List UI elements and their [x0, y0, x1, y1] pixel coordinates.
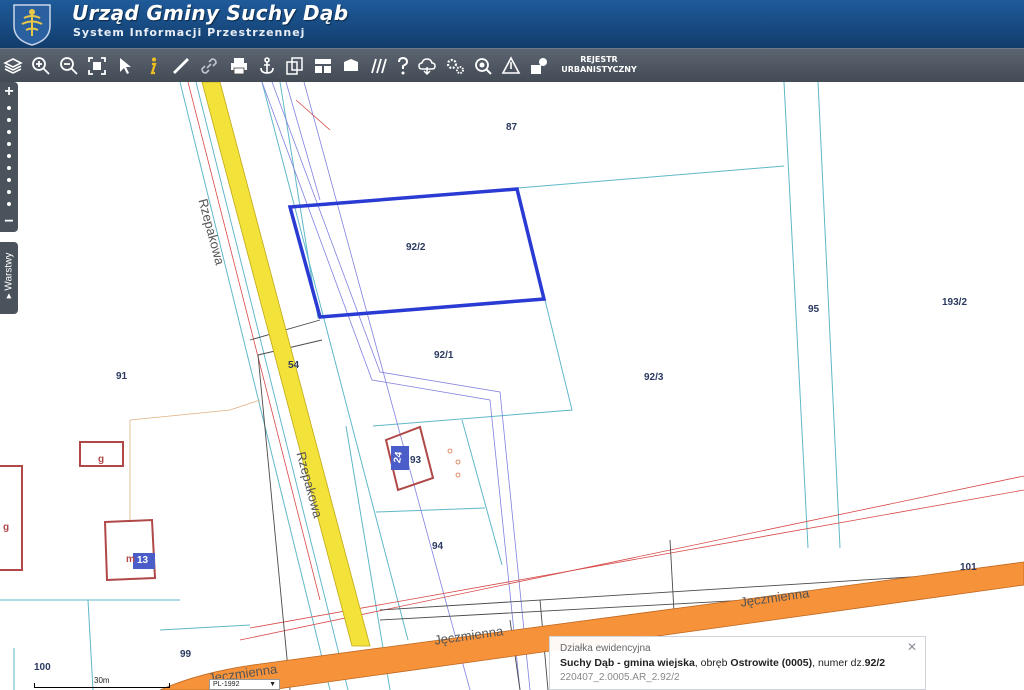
parcel-label: 101 — [960, 562, 977, 573]
popup-precinct: Ostrowite (0005) — [730, 657, 813, 669]
registry-label-line2: URBANISTYCZNY — [561, 65, 637, 74]
layers-icon[interactable] — [2, 55, 24, 77]
app-header: Urząd Gminy Suchy Dąb System Informacji … — [0, 0, 1024, 48]
popup-sep2: , numer dz. — [812, 657, 865, 669]
popup-sep1: , obręb — [694, 657, 731, 669]
parcel-label: 94 — [432, 541, 444, 552]
link-icon[interactable] — [198, 55, 220, 77]
popup-commune: Suchy Dąb - gmina wiejska — [560, 657, 695, 669]
parcel-label: 87 — [506, 122, 518, 133]
toolbar: REJESTR URBANISTYCZNY — [0, 48, 1024, 82]
copy-icon[interactable] — [284, 55, 306, 77]
scale-label: 30m — [94, 676, 110, 685]
layout-icon[interactable] — [312, 55, 334, 77]
projection-select[interactable]: PL-1992 ▼ — [209, 679, 280, 690]
popup-title: Działka ewidencyjna — [560, 643, 651, 654]
zoom-step[interactable] — [7, 190, 11, 194]
zoom-in-icon[interactable] — [30, 55, 52, 77]
close-icon[interactable]: ✕ — [907, 641, 919, 653]
zoom-step[interactable] — [7, 106, 11, 110]
parcel-label: 92/3 — [644, 372, 664, 383]
scale-bar: 30m — [34, 676, 170, 690]
info-icon[interactable] — [142, 55, 164, 77]
app-title: Urząd Gminy Suchy Dąb — [72, 1, 349, 25]
projection-value: PL-1992 — [213, 681, 240, 688]
coat-of-arms-icon — [13, 4, 51, 46]
parcel-icon[interactable] — [528, 55, 550, 77]
parcel-label: 93 — [410, 455, 422, 466]
chevron-down-icon: ▼ — [269, 681, 276, 688]
zoom-minus-button[interactable]: − — [0, 214, 18, 230]
print-icon[interactable] — [228, 55, 250, 77]
registry-label-line1: REJESTR — [580, 55, 618, 64]
parcel-label: 91 — [116, 371, 128, 382]
zoom-step[interactable] — [7, 202, 11, 206]
measure-icon[interactable] — [170, 55, 192, 77]
zoom-step[interactable] — [7, 166, 11, 170]
zoom-step[interactable] — [7, 154, 11, 158]
house-number: 24 — [392, 451, 405, 464]
zoom-step[interactable] — [7, 118, 11, 122]
parcel-label: 92/1 — [434, 350, 454, 361]
registry-button[interactable]: REJESTR URBANISTYCZNY — [561, 55, 637, 77]
map-canvas[interactable]: 87 92/2 92/1 92/3 95 193/2 91 54 93 94 9… — [0, 82, 1024, 690]
parcel-label: 100 — [34, 662, 51, 673]
app-subtitle: System Informacji Przestrzennej — [73, 26, 306, 39]
anchor-icon[interactable] — [256, 55, 278, 77]
pointer-icon[interactable] — [114, 55, 136, 77]
parcel-info-popup: ✕ Działka ewidencyjna Suchy Dąb - gmina … — [549, 636, 926, 690]
warning-icon[interactable] — [500, 55, 522, 77]
parcel-label: 193/2 — [942, 297, 968, 308]
search-icon[interactable] — [472, 55, 494, 77]
zoom-slider[interactable]: + − — [0, 82, 18, 232]
settings-icon[interactable] — [444, 55, 466, 77]
parcel-label: 54 — [288, 360, 300, 371]
parcel-label: 95 — [808, 304, 820, 315]
zoom-plus-button[interactable]: + — [0, 84, 18, 100]
building-label: g — [98, 454, 105, 465]
hatch-icon[interactable] — [368, 55, 390, 77]
shape-icon[interactable] — [340, 55, 362, 77]
layers-tab-label: ▸ Warstwy — [3, 252, 15, 299]
zoom-out-icon[interactable] — [58, 55, 80, 77]
zoom-step[interactable] — [7, 142, 11, 146]
building-label: g — [3, 522, 10, 533]
help-icon[interactable] — [392, 55, 414, 77]
zoom-step[interactable] — [7, 130, 11, 134]
building-label: m — [126, 554, 135, 565]
parcel-label: 99 — [180, 649, 192, 660]
popup-parcel-number: 92/2 — [864, 657, 886, 669]
zoom-step[interactable] — [7, 178, 11, 182]
layers-tab[interactable]: ▸ Warstwy — [0, 242, 18, 314]
zoom-extent-icon[interactable] — [86, 55, 108, 77]
popup-identifier: 220407_2.0005.AR_2.92/2 — [560, 672, 680, 683]
map-drawing — [0, 82, 1024, 690]
cloud-icon[interactable] — [416, 55, 438, 77]
popup-description: Suchy Dąb - gmina wiejska, obręb Ostrowi… — [560, 657, 915, 669]
house-number: 13 — [137, 555, 149, 566]
parcel-label: 92/2 — [406, 242, 426, 253]
